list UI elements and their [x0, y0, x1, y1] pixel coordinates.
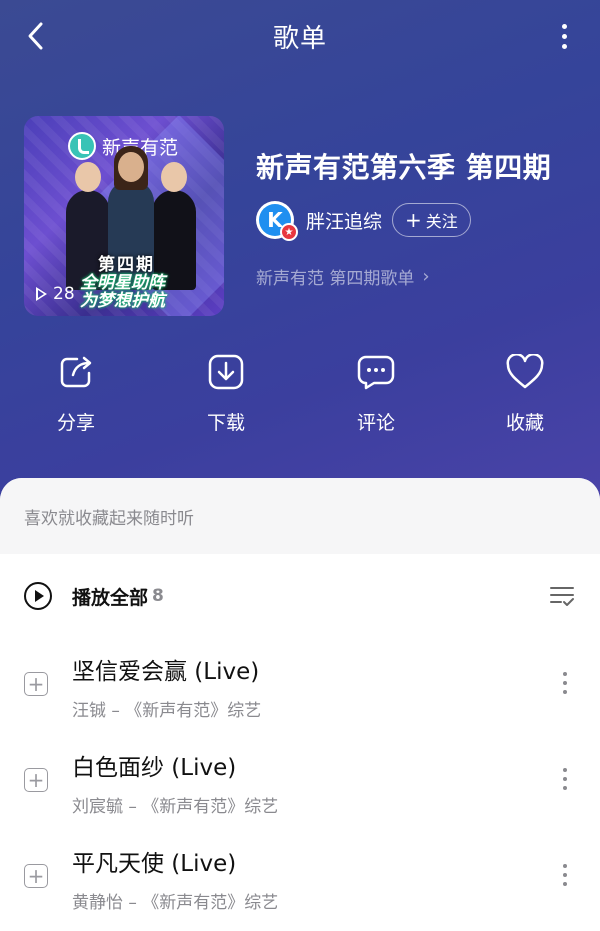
song-meta: 刘宸毓 – 《新声有范》综艺: [72, 797, 279, 817]
play-all-row[interactable]: 播放全部 8: [0, 570, 600, 622]
top-bar: 歌单: [0, 0, 600, 72]
cover-slogan: 全明星助阵 为梦想护航: [80, 273, 165, 311]
song-meta: 黄静怡 – 《新声有范》综艺: [72, 893, 279, 913]
favorite-tip: 喜欢就收藏起来随时听: [0, 478, 600, 554]
action-bar: 分享 下载 评论 收藏: [0, 352, 600, 442]
song-title: 白色面纱 (Live): [72, 755, 237, 781]
play-count: 28: [36, 284, 75, 304]
plus-icon: +: [27, 672, 45, 696]
song-row[interactable]: + 坚信爱会赢 (Live) 汪铖 – 《新声有范》综艺: [0, 638, 600, 728]
play-all-label: 播放全部: [72, 586, 149, 609]
follow-label: 关注: [425, 212, 458, 231]
more-dot-icon: [561, 33, 567, 39]
more-dot-icon: [561, 43, 567, 49]
follow-button[interactable]: + 关注: [392, 203, 471, 237]
song-row[interactable]: + 平凡天使 (Live) 黄静怡 – 《新声有范》综艺: [0, 830, 600, 920]
song-title: 坚信爱会赢 (Live): [72, 659, 260, 685]
share-button[interactable]: 分享: [26, 352, 126, 435]
add-song-button[interactable]: +: [24, 864, 48, 888]
play-circle-icon: [24, 582, 52, 610]
plus-icon: +: [27, 768, 45, 792]
author-row: K ★ 胖汪追综 + 关注: [256, 200, 471, 241]
song-title: 平凡天使 (Live): [72, 851, 237, 877]
comment-button[interactable]: 评论: [326, 352, 426, 435]
song-count: 8: [152, 586, 164, 606]
download-button[interactable]: 下载: [176, 352, 276, 435]
share-icon: [56, 352, 96, 392]
heart-icon: [505, 352, 545, 392]
avatar[interactable]: K ★: [256, 201, 298, 241]
playlist-cover[interactable]: 新声有范 第四期 全明星助阵 为梦想护航 28: [24, 116, 224, 316]
chevron-right-icon: ›: [422, 266, 430, 287]
song-more-button[interactable]: [560, 860, 570, 890]
playlist-subtitle-link[interactable]: 新声有范 第四期歌单 ›: [256, 264, 430, 289]
more-dot-icon: [561, 23, 567, 29]
song-more-button[interactable]: [560, 668, 570, 698]
favorite-button[interactable]: 收藏: [475, 352, 575, 435]
list-check-icon: [550, 587, 574, 606]
page-title: 歌单: [272, 24, 327, 54]
plus-icon: +: [405, 208, 422, 232]
favorite-label: 收藏: [505, 412, 544, 434]
comment-label: 评论: [356, 412, 395, 434]
song-list-panel: 喜欢就收藏起来随时听 播放全部 8 + 坚信爱会赢 (Live) 汪铖 – 《新…: [0, 478, 600, 931]
multi-select-button[interactable]: [548, 582, 576, 614]
add-song-button[interactable]: +: [24, 672, 48, 696]
download-icon: [206, 352, 246, 392]
play-icon: [36, 287, 47, 301]
share-label: 分享: [56, 412, 95, 434]
add-song-button[interactable]: +: [24, 768, 48, 792]
play-count-value: 28: [53, 284, 75, 304]
author-name[interactable]: 胖汪追综: [306, 207, 382, 234]
cover-episode: 第四期: [98, 255, 155, 275]
song-row[interactable]: + 白色面纱 (Live) 刘宸毓 – 《新声有范》综艺: [0, 734, 600, 824]
star-badge-icon: ★: [280, 223, 298, 241]
comment-icon: [356, 352, 396, 392]
plus-icon: +: [27, 864, 45, 888]
download-label: 下载: [206, 412, 245, 434]
playlist-title: 新声有范第六季 第四期: [256, 151, 552, 184]
song-meta: 汪铖 – 《新声有范》综艺: [72, 701, 262, 721]
show-logo-icon: [68, 132, 96, 160]
playlist-subtitle: 新声有范 第四期歌单: [256, 269, 415, 289]
more-options-button[interactable]: [552, 18, 576, 54]
song-more-button[interactable]: [560, 764, 570, 794]
